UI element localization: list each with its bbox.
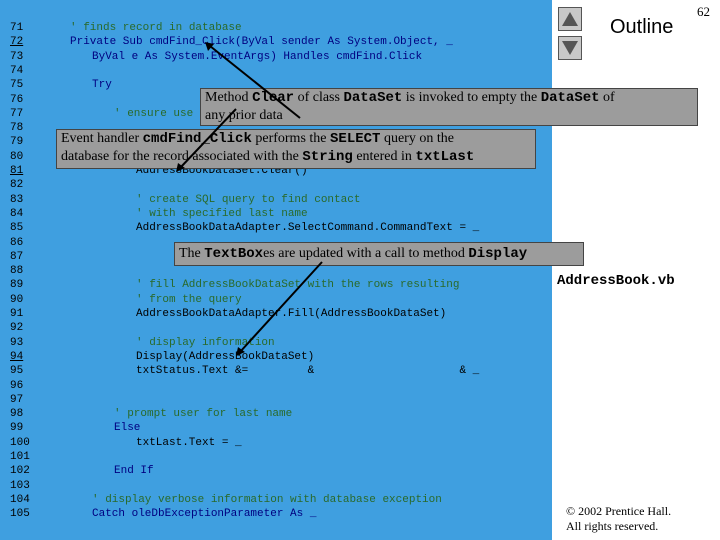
copyright: © 2002 Prentice Hall. All rights reserve… [566,504,671,534]
copyright-line: All rights reserved. [566,519,659,533]
file-name: AddressBook.vb [557,273,675,289]
page-number: 62 [697,4,710,19]
arrow-to-line-94 [239,261,323,353]
next-slide-button[interactable] [558,36,582,60]
previous-slide-button[interactable] [558,7,582,31]
arrow-to-line-72 [209,45,301,119]
arrow-to-line-81 [179,108,237,169]
arrow-head-icon [205,42,214,51]
triangle-down-icon [562,41,578,55]
outline-title: Outline [610,16,674,38]
triangle-up-icon [562,12,578,26]
callout-arrows [176,42,323,356]
copyright-line: © 2002 Prentice Hall. [566,504,672,518]
